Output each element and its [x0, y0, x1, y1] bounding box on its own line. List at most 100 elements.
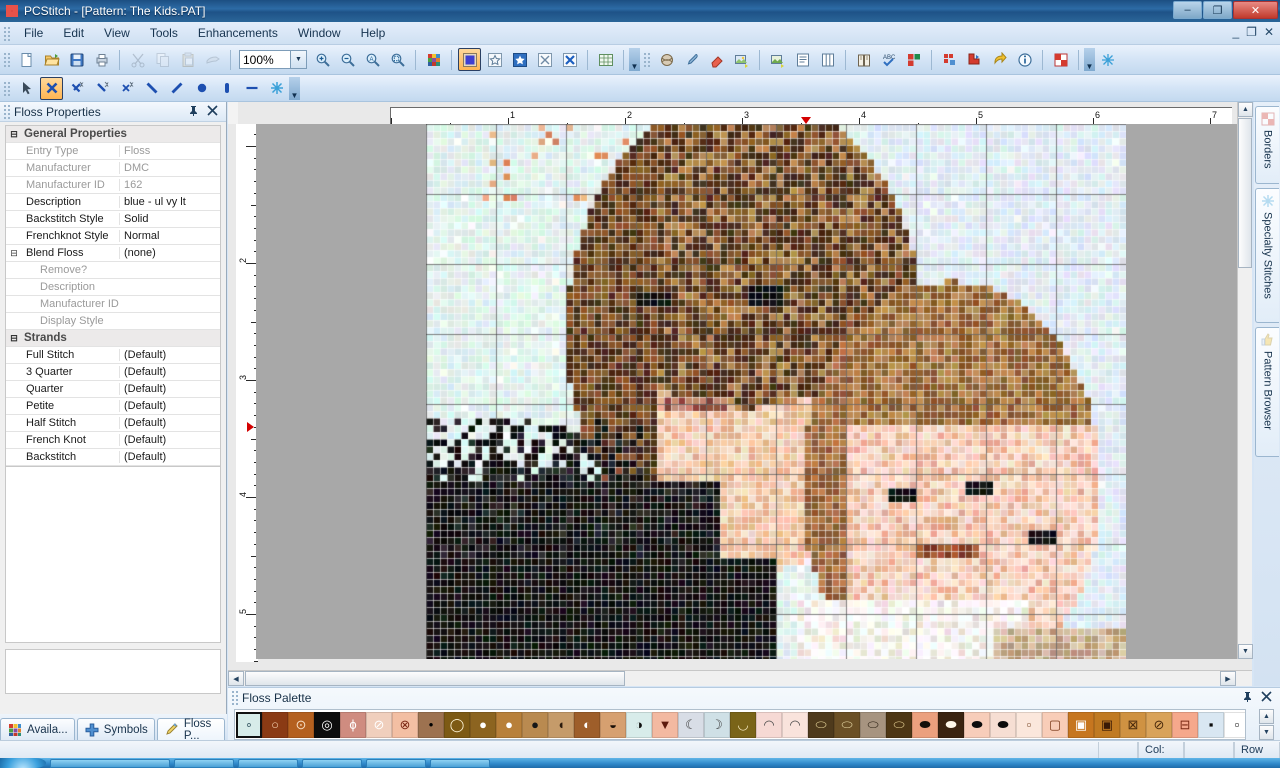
property-value[interactable]: Floss	[119, 145, 220, 157]
line-tool[interactable]	[165, 77, 188, 100]
floss-swatch[interactable]: ⊙	[288, 711, 314, 738]
taskbar-item[interactable]	[302, 758, 362, 768]
left-tab-flossp[interactable]: Floss P...	[156, 718, 225, 742]
floss-swatch[interactable]: ⬭	[808, 711, 834, 738]
zoom-out-button[interactable]	[336, 48, 359, 71]
eyedropper-button[interactable]	[680, 48, 703, 71]
horizontal-scroll-thumb[interactable]	[245, 671, 625, 686]
palette-editor-button[interactable]	[938, 48, 961, 71]
floss-swatch[interactable]: ▫	[1016, 711, 1042, 738]
specialty-button[interactable]	[1096, 48, 1119, 71]
maximize-button[interactable]: ❐	[1203, 1, 1232, 19]
floss-swatch[interactable]: ◒	[600, 711, 626, 738]
collapse-icon[interactable]: ⊟	[6, 333, 22, 344]
eraser-button[interactable]	[705, 48, 728, 71]
left-tab-symbols[interactable]: Symbols	[76, 718, 155, 740]
property-value[interactable]: (Default)	[119, 400, 220, 412]
start-orb-icon[interactable]	[0, 758, 46, 768]
toolbar-overflow-button[interactable]: ▼	[629, 48, 640, 71]
floss-swatch[interactable]: ☽	[704, 711, 730, 738]
pattern-notes-button[interactable]	[791, 48, 814, 71]
new-file-button[interactable]	[15, 48, 38, 71]
select-tool[interactable]	[15, 77, 38, 100]
import-image-button[interactable]	[730, 48, 753, 71]
menu-view[interactable]: View	[94, 23, 140, 43]
property-group-header[interactable]: ⊟ Strands	[6, 330, 220, 347]
french-knot-tool[interactable]	[190, 77, 213, 100]
bead-tool[interactable]	[215, 77, 238, 100]
main-toolbar-gripper[interactable]	[3, 52, 11, 67]
mdi-minimize-button[interactable]: _	[1232, 25, 1239, 39]
floss-swatch[interactable]: ⊠	[1120, 711, 1146, 738]
property-row[interactable]: Display Style	[6, 313, 220, 330]
floss-swatch[interactable]: ⬭	[886, 711, 912, 738]
info-button[interactable]	[1013, 48, 1036, 71]
floss-swatch[interactable]: ▣	[1068, 711, 1094, 738]
canvas-horizontal-scrollbar[interactable]: ◀ ▶	[228, 670, 1252, 686]
palette-scroll-down-button[interactable]: ▼	[1259, 725, 1274, 740]
floss-swatch[interactable]: ◖	[548, 711, 574, 738]
specialty-stitch-tool[interactable]	[265, 77, 288, 100]
pattern-stage[interactable]	[256, 124, 1239, 659]
floss-swatch[interactable]: ◎	[314, 711, 340, 738]
quarter-stitch-tool[interactable]	[90, 77, 113, 100]
floss-swatch[interactable]: ▪	[1198, 711, 1224, 738]
right-tab-specialtystitches[interactable]: Specialty Stitches	[1255, 188, 1279, 323]
property-row[interactable]: 3 Quarter (Default)	[6, 364, 220, 381]
property-row[interactable]: Backstitch (Default)	[6, 449, 220, 466]
mdi-restore-button[interactable]: ❐	[1246, 25, 1257, 39]
floss-swatch[interactable]: ▫	[1224, 711, 1245, 738]
view-stitch-button[interactable]	[533, 48, 556, 71]
floss-swatch[interactable]: ○	[262, 711, 288, 738]
mdi-close-button[interactable]: ✕	[1264, 25, 1274, 39]
scroll-up-button[interactable]: ▲	[1238, 102, 1253, 117]
close-button[interactable]: ✕	[1233, 1, 1278, 19]
property-value[interactable]: (Default)	[119, 366, 220, 378]
property-group-header[interactable]: ⊟ Blend Floss (none)	[6, 245, 220, 262]
property-value[interactable]: (Default)	[119, 417, 220, 429]
floss-swatch[interactable]: ⬬	[938, 711, 964, 738]
zoom-in-button[interactable]	[311, 48, 334, 71]
property-row[interactable]: Half Stitch (Default)	[6, 415, 220, 432]
grid-toggle-button[interactable]	[594, 48, 617, 71]
view-color-symbol-button[interactable]	[508, 48, 531, 71]
scroll-right-button[interactable]: ▶	[1220, 671, 1236, 686]
property-row[interactable]: Full Stitch (Default)	[6, 347, 220, 364]
view-symbol-button[interactable]	[483, 48, 506, 71]
property-value[interactable]: (Default)	[119, 451, 220, 463]
property-row[interactable]: French Knot (Default)	[6, 432, 220, 449]
petite-stitch-tool[interactable]	[115, 77, 138, 100]
property-row[interactable]: Quarter (Default)	[6, 381, 220, 398]
property-value[interactable]: 162	[119, 179, 220, 191]
property-value[interactable]: (none)	[119, 247, 220, 259]
floss-swatch[interactable]: ●	[470, 711, 496, 738]
zoom-level-input[interactable]: 100%	[239, 50, 291, 69]
property-value[interactable]: (Default)	[119, 349, 220, 361]
property-value[interactable]: (Default)	[119, 383, 220, 395]
view-color-button[interactable]	[458, 48, 481, 71]
palette-close-icon[interactable]	[1261, 690, 1272, 705]
menu-window[interactable]: Window	[288, 23, 351, 43]
floss-swatch[interactable]: ◠	[756, 711, 782, 738]
floss-swatch[interactable]: ▢	[1042, 711, 1068, 738]
menu-enhancements[interactable]: Enhancements	[188, 23, 288, 43]
menu-help[interactable]: Help	[351, 23, 396, 43]
floss-swatch[interactable]: ∘	[236, 711, 262, 738]
property-row[interactable]: Frenchknot Style Normal	[6, 228, 220, 245]
toolbar-gripper[interactable]	[643, 52, 651, 67]
vertical-ruler[interactable]: 2 3 4 5	[236, 124, 258, 662]
right-tab-patternbrowser[interactable]: Pattern Browser	[1255, 327, 1279, 457]
straight-line-tool[interactable]	[240, 77, 263, 100]
floss-swatch[interactable]: ⬬	[912, 711, 938, 738]
floss-palette-button[interactable]	[902, 48, 925, 71]
floss-swatch[interactable]: ⬬	[964, 711, 990, 738]
left-tab-availa[interactable]: Availa...	[0, 718, 75, 740]
floss-swatch[interactable]: ⬭	[834, 711, 860, 738]
taskbar-item[interactable]	[50, 758, 170, 768]
floss-swatch[interactable]: ⬬	[990, 711, 1016, 738]
palette-scrollbar[interactable]: ▲ ▼	[1259, 709, 1276, 740]
menu-edit[interactable]: Edit	[53, 23, 94, 43]
save-file-button[interactable]	[65, 48, 88, 71]
book-button[interactable]	[852, 48, 875, 71]
open-file-button[interactable]	[40, 48, 63, 71]
